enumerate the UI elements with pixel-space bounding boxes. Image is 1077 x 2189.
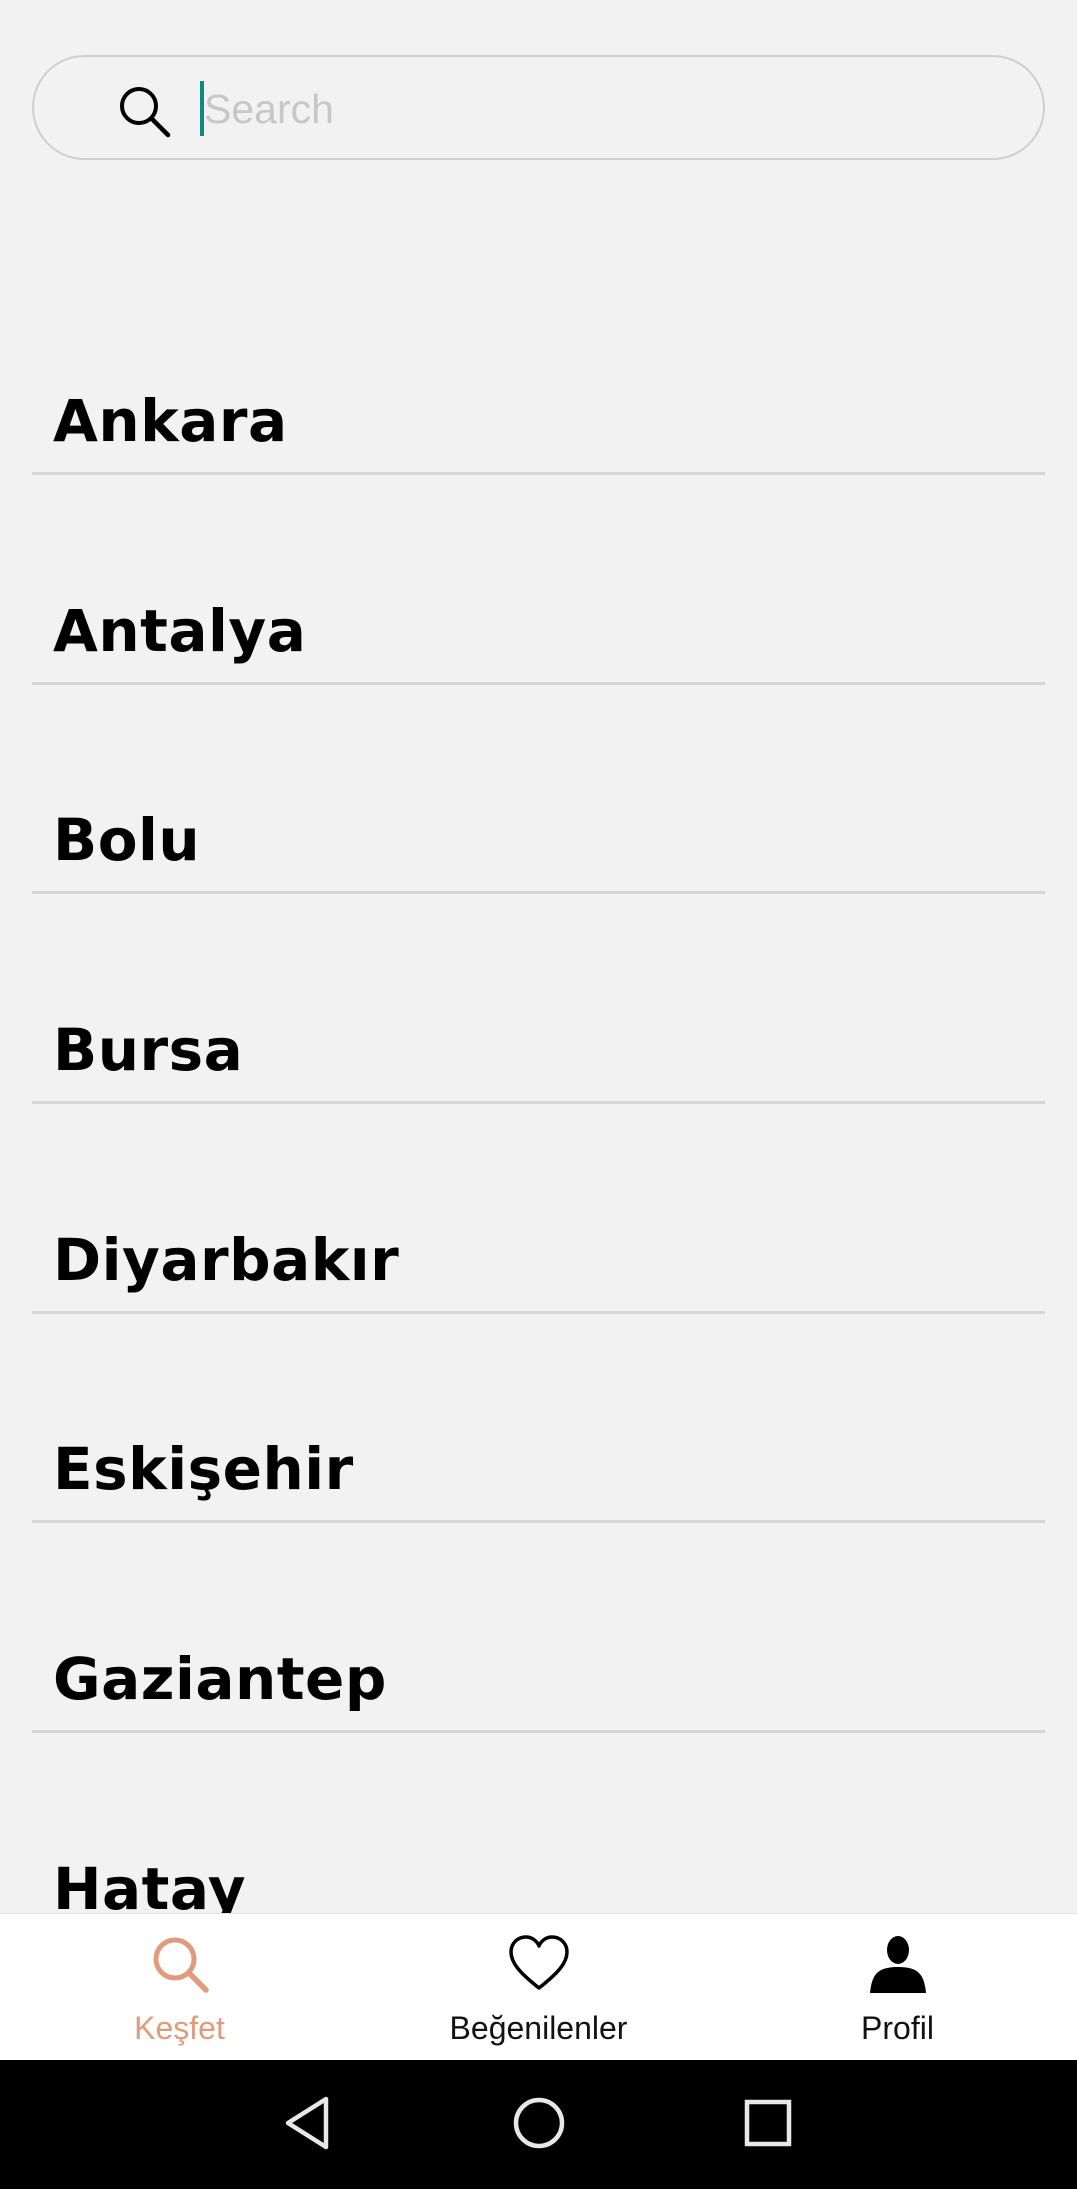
tab-begenilenler[interactable]: Beğenilenler: [359, 1914, 718, 2061]
tab-kesfet[interactable]: Keşfet: [0, 1914, 359, 2061]
tab-label: Keşfet: [134, 2010, 225, 2046]
list-item[interactable]: Ankara: [32, 265, 1045, 475]
city-name: Antalya: [53, 597, 307, 665]
bottom-tab-bar: Keşfet Beğenilenler Profil: [0, 1913, 1077, 2060]
tab-profil[interactable]: Profil: [718, 1914, 1077, 2061]
list-item[interactable]: Eskişehir: [32, 1313, 1045, 1523]
city-name: Ankara: [53, 387, 288, 455]
system-navigation-bar: [0, 2060, 1077, 2189]
list-item[interactable]: Bursa: [32, 894, 1045, 1104]
city-list: Ankara Antalya Bolu Bursa Diyarbakır Esk…: [0, 0, 1077, 1913]
list-item[interactable]: Hatay: [32, 1733, 1045, 1913]
city-name: Diyarbakır: [53, 1226, 400, 1294]
back-icon[interactable]: [272, 2087, 344, 2159]
person-icon: [870, 1936, 926, 1993]
search-icon: [120, 87, 171, 138]
search-icon: [153, 1937, 209, 1993]
city-name: Bolu: [53, 806, 201, 874]
search-bar[interactable]: [32, 55, 1045, 160]
city-name: Bursa: [53, 1016, 244, 1084]
home-icon[interactable]: [503, 2087, 575, 2159]
heart-icon: [509, 1935, 569, 1990]
recents-icon[interactable]: [732, 2087, 804, 2159]
list-item[interactable]: Bolu: [32, 684, 1045, 894]
list-item[interactable]: Diyarbakır: [32, 1104, 1045, 1314]
city-name: Eskişehir: [53, 1435, 354, 1503]
search-input[interactable]: [198, 75, 1004, 143]
list-item[interactable]: Antalya: [32, 475, 1045, 685]
list-item[interactable]: Gaziantep: [32, 1523, 1045, 1733]
city-name: Gaziantep: [53, 1645, 387, 1713]
tab-label: Profil: [861, 2010, 934, 2046]
tab-label: Beğenilenler: [449, 2010, 628, 2046]
city-name: Hatay: [53, 1855, 247, 1913]
